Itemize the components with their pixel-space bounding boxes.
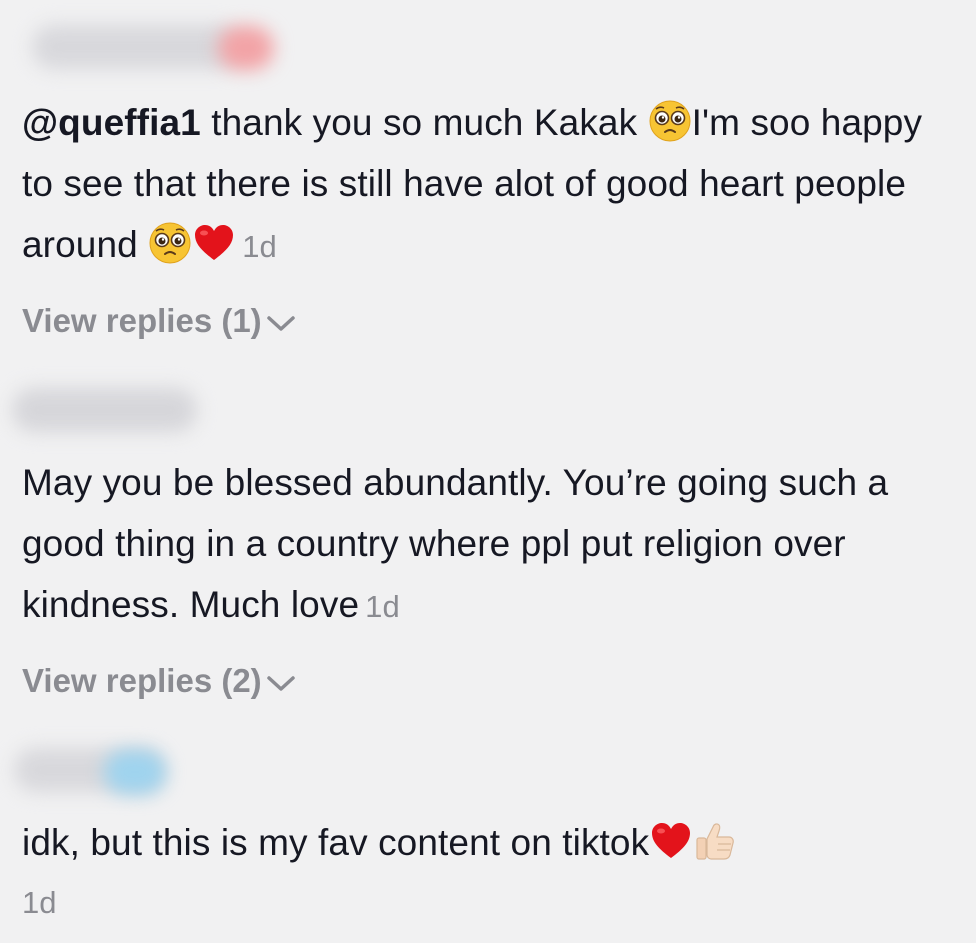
chevron-down-icon bbox=[266, 676, 295, 691]
view-replies-button[interactable]: View replies (2) bbox=[22, 662, 296, 700]
mention-link[interactable]: @queffia1 bbox=[22, 102, 201, 143]
username-blurred-accent bbox=[104, 750, 166, 794]
comment-timestamp: 1d bbox=[365, 589, 400, 624]
username-blurred[interactable] bbox=[32, 25, 242, 69]
comment-text-part: idk, but this is my fav content on tikto… bbox=[22, 822, 650, 863]
pleading-face-icon bbox=[149, 222, 191, 264]
username-blurred[interactable] bbox=[12, 388, 197, 432]
comment-text-part: May you be blessed abundantly. You’re go… bbox=[22, 462, 889, 625]
thumbs-up-icon bbox=[696, 823, 735, 860]
comment-text-part: thank you so much Kakak bbox=[200, 102, 648, 143]
pleading-face-icon bbox=[649, 100, 691, 142]
comment-text: idk, but this is my fav content on tikto… bbox=[22, 812, 952, 873]
view-replies-label: View replies (2) bbox=[22, 662, 262, 699]
view-replies-label: View replies (1) bbox=[22, 302, 262, 339]
comment-timestamp: 1d bbox=[242, 229, 277, 264]
red-heart-icon bbox=[652, 823, 691, 858]
comment-timestamp: 1d bbox=[22, 885, 57, 920]
comment-text: @queffia1 thank you so much Kakak I'm so… bbox=[22, 92, 952, 277]
comment-text: May you be blessed abundantly. You’re go… bbox=[22, 452, 952, 637]
view-replies-button[interactable]: View replies (1) bbox=[22, 302, 296, 340]
red-heart-icon bbox=[195, 225, 234, 260]
username-blurred-accent bbox=[218, 26, 274, 70]
chevron-down-icon bbox=[266, 316, 295, 331]
